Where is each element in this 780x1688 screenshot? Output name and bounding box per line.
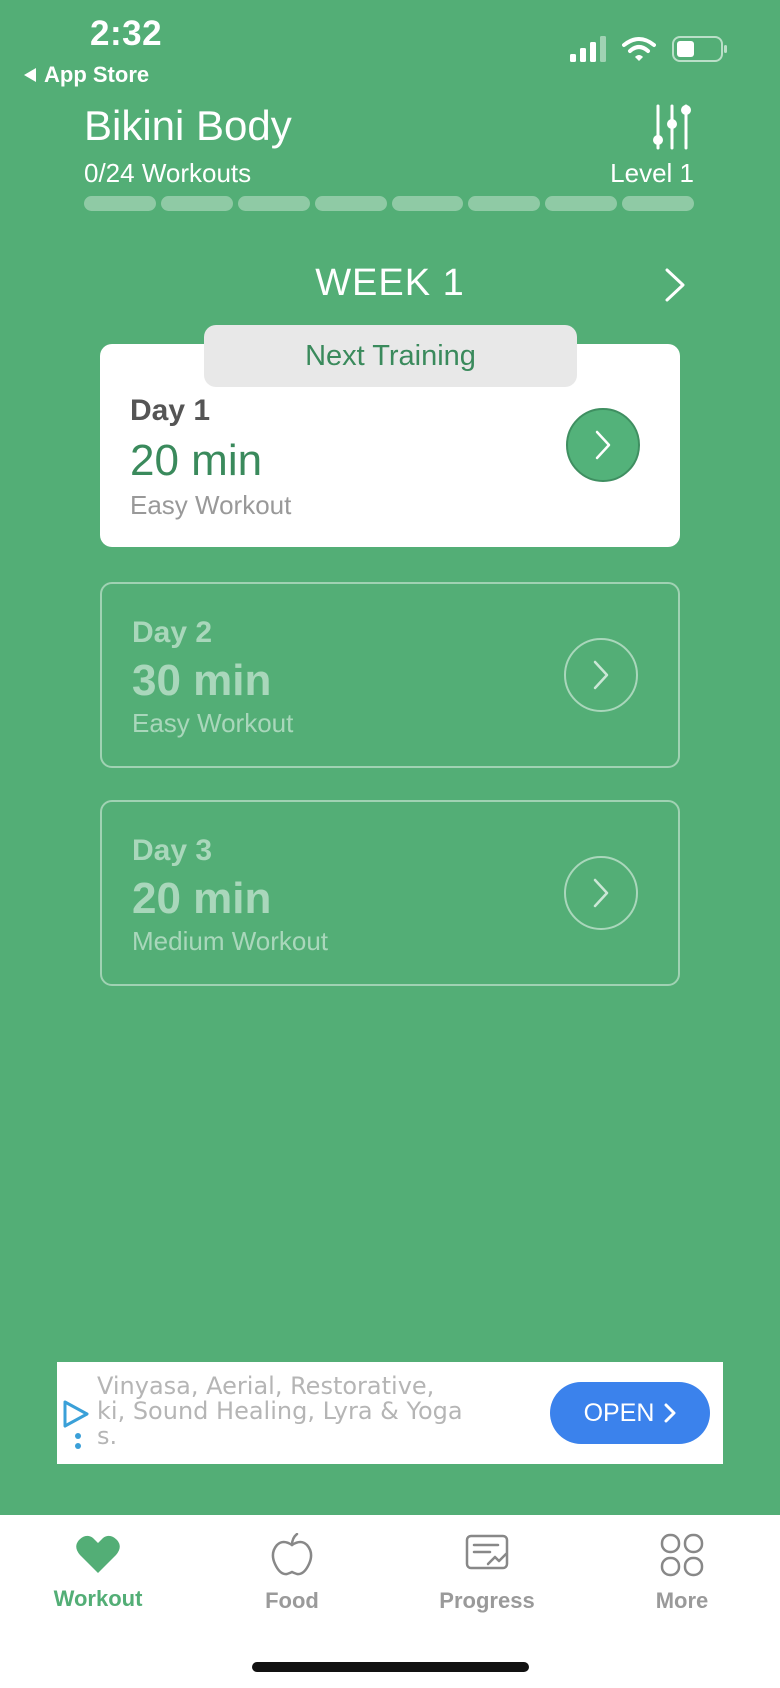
workout-progress-text: 0/24 Workouts [84, 158, 252, 188]
week-title: WEEK 1 [315, 262, 465, 304]
progress-segment [545, 196, 618, 211]
progress-chart-icon [465, 1534, 509, 1570]
chevron-right-icon [665, 268, 685, 302]
tab-label: Food [265, 1588, 319, 1613]
chevron-right-icon [595, 430, 611, 460]
progress-segment [622, 196, 694, 211]
progress-segment [314, 196, 387, 211]
program-progress-bar [84, 196, 694, 211]
tab-label: Progress [439, 1588, 535, 1613]
day-duration: 30 min [132, 656, 272, 705]
next-training-badge: Next Training [204, 325, 577, 387]
back-app-label: App Store [44, 62, 150, 87]
program-title: Bikini Body [84, 102, 292, 149]
progress-segment [84, 196, 156, 211]
day-3-card[interactable]: Day 3 20 min Medium Workout [100, 800, 680, 986]
progress-segment [391, 196, 464, 211]
workout-type: Easy Workout [132, 708, 294, 738]
workout-type: Easy Workout [130, 490, 292, 520]
back-arrow-icon [24, 68, 36, 82]
settings-sliders-button[interactable] [650, 104, 694, 155]
progress-segment [237, 196, 310, 211]
start-day-2-button[interactable] [564, 638, 638, 712]
sliders-icon [653, 104, 691, 150]
chevron-right-icon [593, 878, 609, 908]
level-label: Level 1 [610, 158, 694, 188]
ad-banner[interactable]: Vinyasa, Aerial, Restorative, ki, Sound … [57, 1362, 723, 1464]
back-to-app-store[interactable]: App Store [24, 62, 149, 88]
tab-more[interactable]: More [602, 1533, 762, 1614]
heart-icon [76, 1535, 120, 1573]
status-time: 2:32 [90, 14, 163, 53]
tab-label: Workout [53, 1586, 143, 1611]
next-week-button[interactable] [664, 268, 686, 307]
wifi-icon [622, 37, 656, 61]
tab-workout[interactable]: Workout [18, 1533, 178, 1612]
progress-segment [160, 196, 233, 211]
ad-text: Vinyasa, Aerial, Restorative, ki, Sound … [97, 1372, 463, 1450]
day-label: Day 2 [132, 616, 213, 649]
ad-open-label: OPEN [583, 1398, 655, 1427]
day-duration: 20 min [132, 874, 272, 923]
day-2-card[interactable]: Day 2 30 min Easy Workout [100, 582, 680, 768]
start-day-3-button[interactable] [564, 856, 638, 930]
home-indicator[interactable] [252, 1662, 529, 1672]
signal-icon [570, 36, 606, 62]
tab-food[interactable]: Food [212, 1532, 372, 1614]
grid-icon [660, 1533, 704, 1577]
progress-segment [468, 196, 541, 211]
chevron-right-icon [664, 1403, 676, 1423]
tab-progress[interactable]: Progress [407, 1533, 567, 1614]
ad-open-button[interactable]: OPEN [550, 1382, 710, 1444]
workout-type: Medium Workout [132, 926, 329, 956]
status-icons [570, 36, 728, 62]
day-label: Day 3 [132, 834, 213, 867]
apple-icon [271, 1532, 313, 1576]
battery-icon [672, 36, 727, 62]
start-day-1-button[interactable] [566, 408, 640, 482]
chevron-right-icon [593, 660, 609, 690]
ad-play-icon [63, 1400, 89, 1449]
day-duration: 20 min [130, 436, 263, 485]
day-label: Day 1 [130, 394, 211, 427]
tab-label: More [655, 1588, 709, 1613]
ad-choices-icon[interactable] [61, 1400, 91, 1455]
